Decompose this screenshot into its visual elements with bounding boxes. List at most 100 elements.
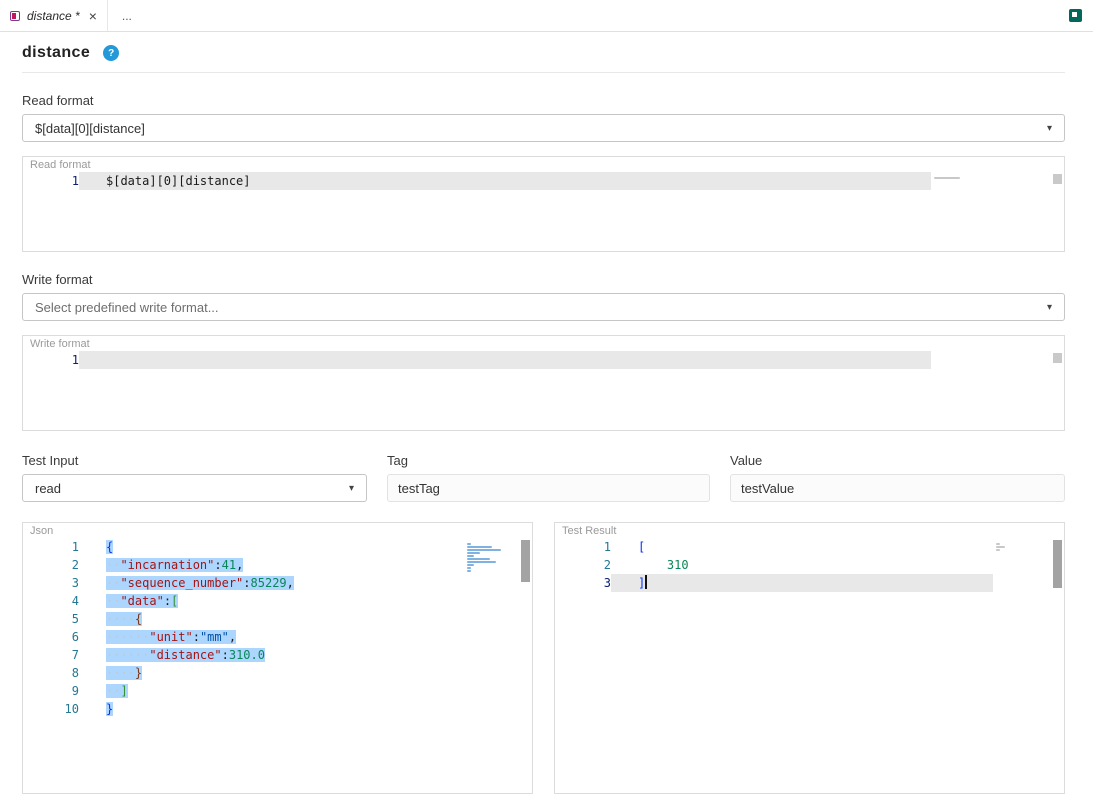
line-number: 1 xyxy=(555,538,611,556)
editor-code-area[interactable]: 1{2··"incarnation":41,3··"sequence_numbe… xyxy=(23,538,464,792)
editor-line[interactable]: 8····} xyxy=(23,664,464,682)
help-icon[interactable]: ? xyxy=(103,45,119,61)
minimap-line xyxy=(467,543,471,545)
read-format-editor[interactable]: Read format 1$[data][0][distance] xyxy=(22,156,1065,252)
editor-line[interactable]: 7······"distance":310.0 xyxy=(23,646,464,664)
editor-code-area[interactable]: 1 xyxy=(23,351,931,429)
editor-line[interactable]: 4··"data":[ xyxy=(23,592,464,610)
chevron-down-icon: ▾ xyxy=(1047,123,1052,134)
app-icon[interactable] xyxy=(1069,9,1082,22)
value-label: Value xyxy=(730,453,1065,468)
test-editors-row: Json 1{2··"incarnation":41,3··"sequence_… xyxy=(22,522,1065,794)
editor-title: Write format xyxy=(23,336,1064,351)
chevron-down-icon: ▾ xyxy=(349,483,354,494)
format-file-icon xyxy=(10,11,20,21)
minimap-line xyxy=(996,543,1000,545)
scrollbar[interactable] xyxy=(519,538,532,792)
chevron-down-icon: ▾ xyxy=(1047,302,1052,313)
read-format-select[interactable]: $[data][0][distance] ▾ xyxy=(22,114,1065,142)
select-value: read xyxy=(35,481,61,496)
editor-line[interactable]: 5····{ xyxy=(23,610,464,628)
line-number: 10 xyxy=(23,700,79,718)
test-input-select[interactable]: read ▾ xyxy=(22,474,367,502)
select-value: $[data][0][distance] xyxy=(35,121,145,136)
minimap-line xyxy=(996,546,1005,548)
write-format-label: Write format xyxy=(22,272,1065,287)
minimap[interactable] xyxy=(931,351,1051,429)
line-number: 1 xyxy=(23,351,79,369)
tab-overflow[interactable]: ... xyxy=(108,0,146,31)
line-number: 1 xyxy=(23,538,79,556)
editor-line[interactable]: 2 310 xyxy=(555,556,993,574)
minimap-line xyxy=(467,561,496,563)
write-format-select[interactable]: Select predefined write format... ▾ xyxy=(22,293,1065,321)
line-number: 6 xyxy=(23,628,79,646)
minimap[interactable] xyxy=(931,172,1051,250)
minimap-line xyxy=(467,555,474,557)
minimap-line xyxy=(931,355,1051,359)
line-number: 8 xyxy=(23,664,79,682)
read-format-label: Read format xyxy=(22,93,1065,108)
line-number: 1 xyxy=(23,172,79,190)
line-number: 4 xyxy=(23,592,79,610)
editor-line[interactable]: 6······"unit":"mm", xyxy=(23,628,464,646)
test-inputs-row: Test Input read ▾ Tag Value xyxy=(22,453,1065,502)
line-number: 7 xyxy=(23,646,79,664)
minimap[interactable] xyxy=(464,538,519,792)
scrollbar-thumb[interactable] xyxy=(521,540,530,582)
tab-distance[interactable]: distance * × xyxy=(0,0,108,31)
minimap-line xyxy=(467,570,471,572)
line-number: 3 xyxy=(23,574,79,592)
scrollbar-thumb[interactable] xyxy=(1053,174,1062,184)
editor-line[interactable]: 1{ xyxy=(23,538,464,556)
test-result-editor[interactable]: Test Result 1[2 3103] xyxy=(554,522,1065,794)
scrollbar-thumb[interactable] xyxy=(1053,540,1062,588)
scrollbar[interactable] xyxy=(1051,172,1064,250)
editor-line[interactable]: 1[ xyxy=(555,538,993,556)
divider xyxy=(22,72,1065,73)
editor-line[interactable]: 3] xyxy=(555,574,993,592)
write-format-editor[interactable]: Write format 1 xyxy=(22,335,1065,431)
tab-bar: distance * × ... xyxy=(0,0,1093,32)
tag-input[interactable] xyxy=(387,474,710,502)
line-number: 3 xyxy=(555,574,611,592)
scrollbar[interactable] xyxy=(1051,538,1064,792)
text-cursor xyxy=(645,575,647,589)
editor-title: Read format xyxy=(23,157,1064,172)
editor-line[interactable]: 2··"incarnation":41, xyxy=(23,556,464,574)
minimap-line xyxy=(934,177,960,179)
line-number: 9 xyxy=(23,682,79,700)
tab-label: distance * xyxy=(27,9,80,23)
editor-title: Test Result xyxy=(555,523,1064,538)
tag-label: Tag xyxy=(387,453,710,468)
line-number: 2 xyxy=(555,556,611,574)
scrollbar[interactable] xyxy=(1051,351,1064,429)
editor-code-area[interactable]: 1[2 3103] xyxy=(555,538,993,792)
scrollbar-thumb[interactable] xyxy=(1053,353,1062,363)
line-number: 2 xyxy=(23,556,79,574)
page-title: distance xyxy=(22,44,90,62)
minimap-line xyxy=(467,567,471,569)
minimap-line xyxy=(467,552,480,554)
minimap-line xyxy=(467,549,501,551)
minimap-line xyxy=(996,549,1000,551)
minimap-line xyxy=(467,558,490,560)
minimap[interactable] xyxy=(993,538,1051,792)
editor-line[interactable]: 10} xyxy=(23,700,464,718)
json-input-editor[interactable]: Json 1{2··"incarnation":41,3··"sequence_… xyxy=(22,522,533,794)
select-placeholder: Select predefined write format... xyxy=(35,300,219,315)
editor-code-area[interactable]: 1$[data][0][distance] xyxy=(23,172,931,250)
line-number: 5 xyxy=(23,610,79,628)
editor-title: Json xyxy=(23,523,532,538)
main-content: distance ? Read format $[data][0][distan… xyxy=(0,32,1093,794)
editor-line[interactable]: 3··"sequence_number":85229, xyxy=(23,574,464,592)
page-header: distance ? xyxy=(22,44,1065,62)
minimap-line xyxy=(467,546,492,548)
editor-line[interactable]: 9··] xyxy=(23,682,464,700)
test-input-label: Test Input xyxy=(22,453,367,468)
value-input[interactable] xyxy=(730,474,1065,502)
minimap-line xyxy=(467,564,474,566)
editor-line[interactable]: 1$[data][0][distance] xyxy=(23,172,931,190)
editor-line[interactable]: 1 xyxy=(23,351,931,369)
close-tab-icon[interactable]: × xyxy=(89,9,97,23)
